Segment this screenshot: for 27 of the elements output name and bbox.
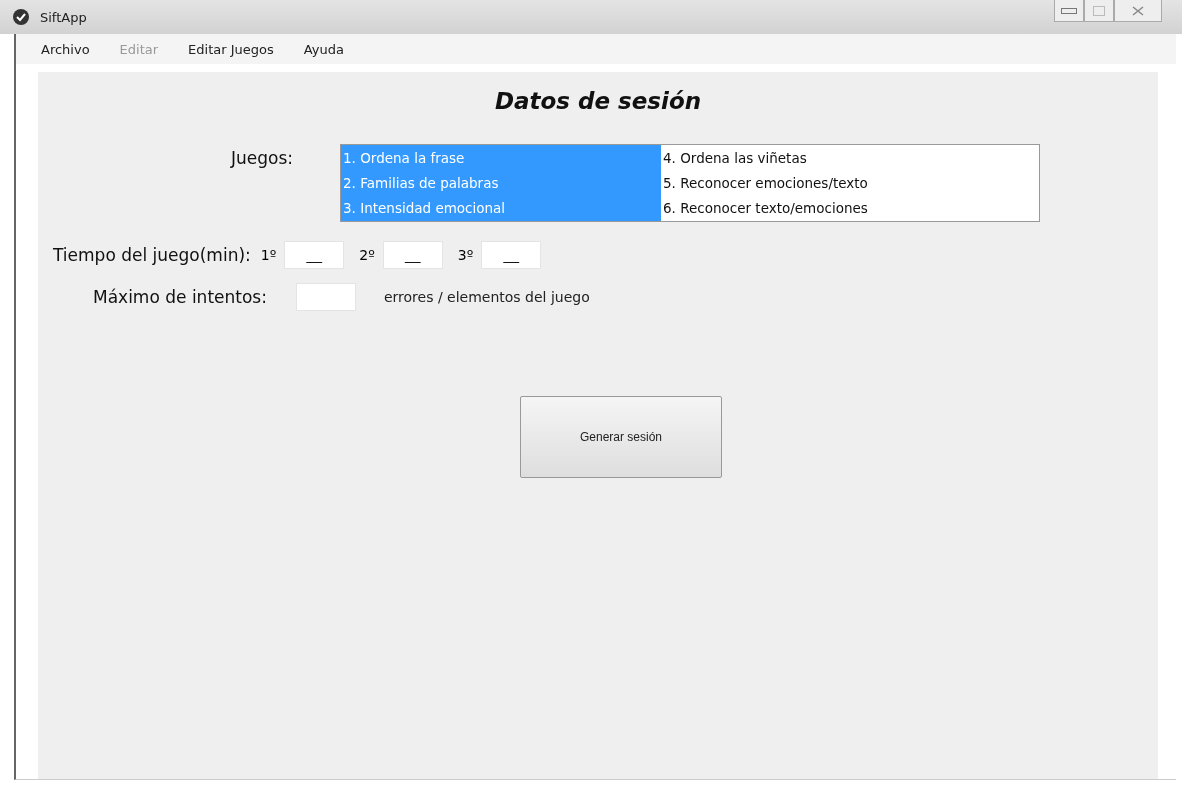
minimize-button[interactable] xyxy=(1054,0,1084,22)
menu-item[interactable]: Editar Juegos xyxy=(188,41,274,57)
input-field[interactable] xyxy=(295,283,356,311)
field-hint: errores / elementos del juego xyxy=(383,289,590,305)
field-label: 1º xyxy=(260,247,277,263)
form-heading: Datos de sesión xyxy=(493,88,703,114)
minimize-icon xyxy=(1061,7,1077,14)
field-label: 2º xyxy=(359,247,375,263)
generate-button[interactable]: Generar sesión xyxy=(520,396,722,478)
list-item[interactable]: 5. Reconocer emociones/texto xyxy=(661,170,1040,196)
field-label: Tiempo del juego(min): xyxy=(53,245,251,265)
input-field[interactable]: __ xyxy=(284,241,345,269)
field-label: Máximo de intentos: xyxy=(93,287,267,307)
input-field[interactable]: __ xyxy=(481,241,542,269)
close-button[interactable] xyxy=(1114,0,1162,22)
field-label: Juegos: xyxy=(231,148,294,168)
menu-item[interactable]: Archivo xyxy=(41,41,90,57)
list-item[interactable]: 6. Reconocer texto/emociones xyxy=(661,195,1040,221)
menu-item[interactable]: Ayuda xyxy=(303,41,344,57)
close-icon xyxy=(1132,5,1144,16)
field-label: 3º xyxy=(457,247,474,263)
maximize-button[interactable] xyxy=(1084,0,1114,22)
maximize-icon xyxy=(1093,5,1105,16)
check-icon xyxy=(12,8,30,26)
input-field[interactable]: __ xyxy=(382,241,443,269)
list-item[interactable]: 4. Ordena las viñetas xyxy=(661,145,1040,171)
window-title: SiftApp xyxy=(40,9,87,25)
